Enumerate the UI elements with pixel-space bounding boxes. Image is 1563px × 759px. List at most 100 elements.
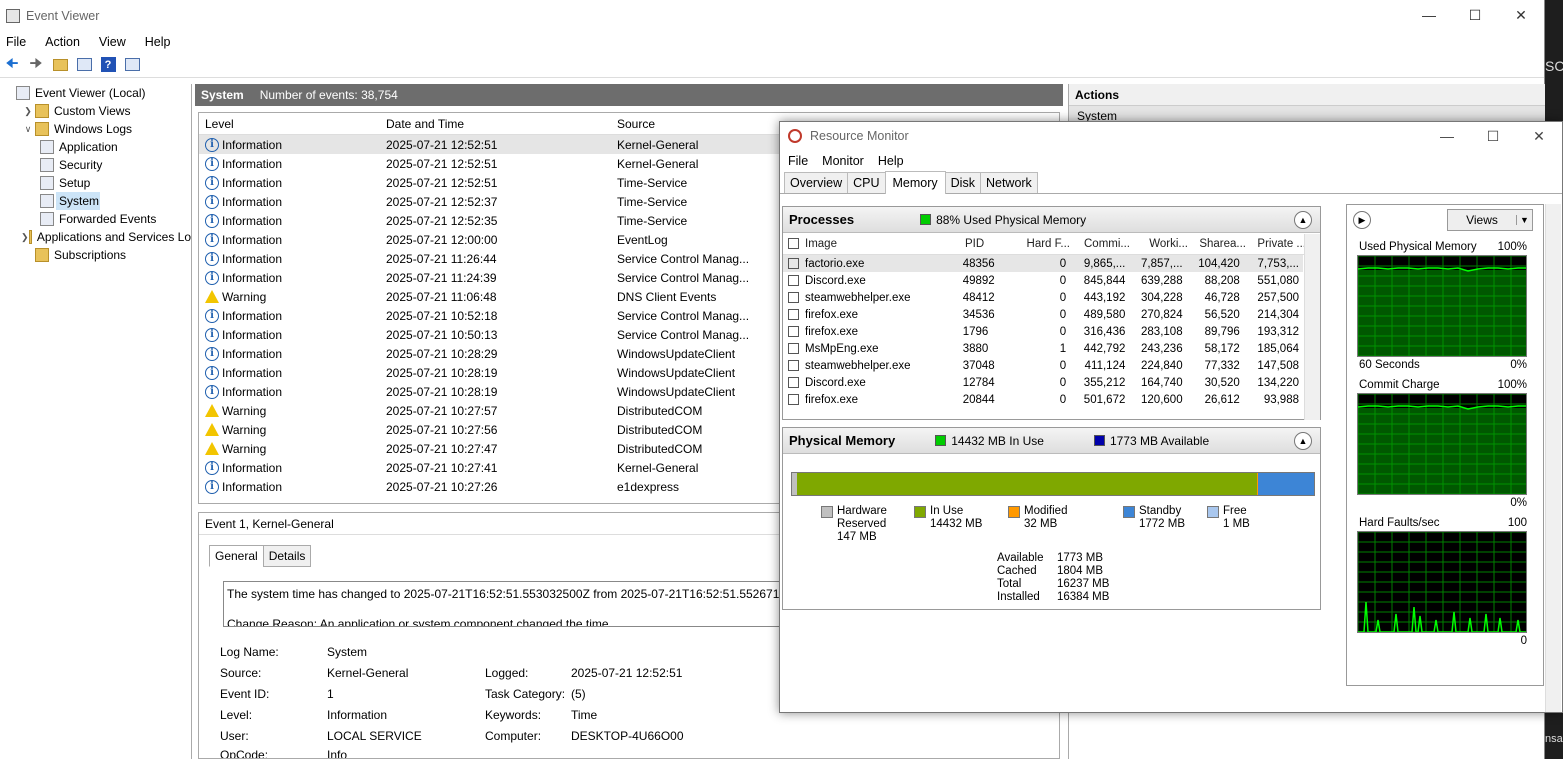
menu-action[interactable]: Action	[45, 35, 80, 49]
column-commit[interactable]: Commi...	[1076, 238, 1134, 250]
information-icon: i	[205, 327, 219, 342]
tab-details[interactable]: Details	[262, 545, 312, 567]
process-row[interactable]: MsMpEng.exe 3880 1 442,792 243,236 58,172 185,…	[783, 340, 1303, 357]
process-row[interactable]: firefox.exe 34536 0 489,580 270,824 56,520 214…	[783, 306, 1303, 323]
tree-node[interactable]: Security	[0, 156, 191, 174]
process-checkbox[interactable]	[788, 292, 799, 303]
column-source[interactable]: Source	[611, 117, 751, 131]
process-row[interactable]: Discord.exe 12784 0 355,212 164,740 30,520 134…	[783, 374, 1303, 391]
cell-shareable: 46,728	[1204, 291, 1240, 304]
processes-scrollbar[interactable]	[1304, 234, 1320, 420]
process-checkbox[interactable]	[788, 360, 799, 371]
folder-icon	[28, 230, 32, 244]
process-checkbox[interactable]	[788, 394, 799, 405]
processes-header[interactable]: Processes 88% Used Physical Memory ▲	[783, 207, 1320, 233]
tree-node[interactable]: System	[0, 192, 191, 210]
column-level[interactable]: Level	[199, 117, 380, 131]
process-checkbox[interactable]	[788, 377, 799, 388]
views-button[interactable]: Views ▼	[1447, 209, 1533, 231]
tree-node[interactable]: ∨ Windows Logs	[0, 120, 191, 138]
tree-node[interactable]: Setup	[0, 174, 191, 192]
column-shareable[interactable]: Sharea...	[1192, 238, 1250, 250]
rm-menu-monitor[interactable]: Monitor	[822, 154, 864, 168]
graph-pane-toggle-icon[interactable]: ▶	[1353, 211, 1371, 229]
tab-cpu[interactable]: CPU	[847, 172, 886, 193]
cell-date-time: 2025-07-21 10:27:26	[386, 479, 498, 494]
collapse-physical-memory-icon[interactable]: ▲	[1294, 432, 1312, 450]
cell-hard-faults: 0	[1059, 359, 1067, 372]
tree-node[interactable]: Event Viewer (Local)	[0, 84, 191, 102]
tree-node[interactable]: Application	[0, 138, 191, 156]
tree-node[interactable]: Subscriptions	[0, 246, 191, 264]
tab-overview[interactable]: Overview	[784, 172, 849, 193]
show-hide-tree-icon[interactable]	[74, 56, 94, 74]
process-row[interactable]: firefox.exe 20844 0 501,672 120,600 26,612 93,…	[783, 391, 1303, 408]
available-summary: 1773 MB Available	[1109, 433, 1210, 448]
chevron-right-icon[interactable]: ❯	[21, 106, 35, 117]
rm-close-button[interactable]: ✕	[1516, 122, 1562, 150]
event-count: Number of events: 38,754	[259, 88, 398, 102]
cell-pid: 48412	[962, 291, 995, 304]
show-hide-action-pane-icon[interactable]	[122, 56, 142, 74]
minimize-button[interactable]: —	[1406, 0, 1452, 30]
menu-help[interactable]: Help	[145, 35, 171, 49]
chevron-right-icon[interactable]: ❯	[21, 232, 29, 243]
back-arrow-icon[interactable]: 🠈	[2, 55, 22, 74]
tab-network[interactable]: Network	[979, 172, 1038, 193]
cell-source: Time-Service	[617, 194, 688, 209]
chevron-down-icon[interactable]: ∨	[21, 124, 35, 135]
tab-memory[interactable]: Memory	[884, 171, 946, 194]
cell-level: Warning	[199, 290, 380, 304]
tab-general[interactable]: General	[209, 545, 264, 567]
tab-disk[interactable]: Disk	[944, 172, 981, 193]
edge-text-top: SC	[1545, 58, 1563, 74]
column-hard-faults[interactable]: Hard F...	[1012, 238, 1076, 250]
menu-file[interactable]: File	[6, 35, 26, 49]
select-all-checkbox[interactable]	[788, 238, 799, 249]
help-icon[interactable]: ?	[98, 56, 118, 74]
information-icon: i	[205, 251, 219, 266]
cell-source: Service Control Manag...	[617, 270, 750, 285]
tree-node[interactable]: ❯ Applications and Services Lo	[0, 228, 191, 246]
rm-menu-file[interactable]: File	[788, 154, 808, 168]
column-private[interactable]: Private ...	[1250, 238, 1310, 250]
column-pid[interactable]: PID	[965, 238, 1012, 250]
forward-arrow-icon[interactable]: 🠊	[26, 55, 46, 74]
rm-menu-help[interactable]: Help	[878, 154, 904, 168]
process-row[interactable]: steamwebhelper.exe 37048 0 411,124 224,840 77…	[783, 357, 1303, 374]
maximize-button[interactable]: ☐	[1452, 0, 1498, 30]
views-label: Views	[1466, 213, 1498, 227]
legend-name: Modified	[1024, 505, 1068, 517]
process-row[interactable]: Discord.exe 49892 0 845,844 639,288 88,208 551…	[783, 272, 1303, 289]
column-image[interactable]: Image	[805, 238, 965, 250]
process-checkbox[interactable]	[788, 326, 799, 337]
level-text: Information	[222, 270, 283, 285]
folder-up-icon[interactable]	[50, 56, 70, 74]
cell-date-time: 2025-07-21 10:27:47	[386, 441, 498, 456]
physical-memory-header[interactable]: Physical Memory 14432 MB In Use 1773 MB …	[783, 428, 1320, 454]
column-working-set[interactable]: Worki...	[1134, 238, 1192, 250]
rm-right-scrollbar[interactable]	[1545, 204, 1561, 712]
stat-value: 16384 MB	[1057, 591, 1110, 603]
process-checkbox[interactable]	[788, 343, 799, 354]
process-checkbox[interactable]	[788, 258, 799, 269]
column-date-time[interactable]: Date and Time	[380, 117, 611, 131]
rm-minimize-button[interactable]: —	[1424, 122, 1470, 150]
label-task-category: Task Category:	[485, 687, 566, 701]
process-checkbox[interactable]	[788, 309, 799, 320]
tree-node[interactable]: Forwarded Events	[0, 210, 191, 228]
menu-view[interactable]: View	[99, 35, 126, 49]
process-row[interactable]: firefox.exe 1796 0 316,436 283,108 89,796 193,…	[783, 323, 1303, 340]
collapse-processes-icon[interactable]: ▲	[1294, 211, 1312, 229]
cell-private: 551,080	[1257, 274, 1299, 287]
rm-maximize-button[interactable]: ☐	[1470, 122, 1516, 150]
cell-date-time: 2025-07-21 10:52:18	[386, 308, 498, 323]
process-row[interactable]: steamwebhelper.exe 48412 0 443,192 304,228 46…	[783, 289, 1303, 306]
graph-title: Commit Charge	[1359, 379, 1440, 391]
cell-level: i Information	[199, 270, 380, 285]
close-button[interactable]: ✕	[1498, 0, 1544, 30]
cell-level: i Information	[199, 308, 380, 323]
process-checkbox[interactable]	[788, 275, 799, 286]
process-row[interactable]: factorio.exe 48356 0 9,865,... 7,857,... 104,…	[783, 255, 1303, 272]
tree-node[interactable]: ❯ Custom Views	[0, 102, 191, 120]
